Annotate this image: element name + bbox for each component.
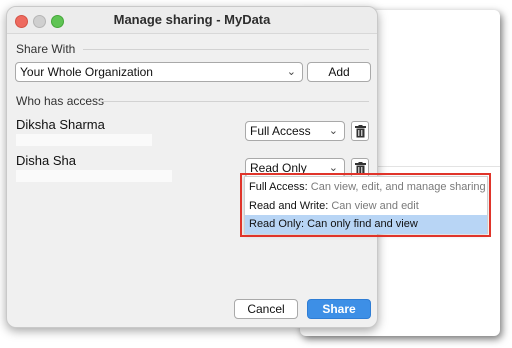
person-name: Disha Sha xyxy=(16,153,76,168)
menu-item-read-and-write[interactable]: Read and Write: Can view and edit xyxy=(245,197,487,216)
trash-icon xyxy=(355,125,366,138)
permission-select-disha[interactable]: Read Only ⌄ xyxy=(245,158,345,178)
remove-person-button[interactable] xyxy=(351,158,369,178)
menu-item-read-only[interactable]: Read Only: Can only find and view xyxy=(245,215,487,234)
title-bar: Manage sharing - MyData xyxy=(7,7,377,34)
remove-person-button[interactable] xyxy=(351,121,369,141)
share-button[interactable]: Share xyxy=(307,299,371,319)
trash-icon xyxy=(355,162,366,175)
add-button[interactable]: Add xyxy=(307,62,371,82)
menu-item-name: Read Only xyxy=(249,218,301,230)
permission-value: Read Only xyxy=(250,161,307,175)
menu-item-full-access[interactable]: Full Access: Can view, edit, and manage … xyxy=(245,178,487,197)
share-with-divider xyxy=(83,49,369,50)
chevron-down-icon: ⌄ xyxy=(328,162,338,174)
menu-item-description: Can view and edit xyxy=(331,200,419,212)
cancel-button[interactable]: Cancel xyxy=(234,299,298,319)
permission-value: Full Access xyxy=(250,124,311,138)
manage-sharing-dialog: Manage sharing - MyData Share With Your … xyxy=(6,6,378,328)
share-with-label: Share With xyxy=(16,42,76,56)
menu-item-description: Can only find and view xyxy=(307,218,418,230)
chevron-down-icon: ⌄ xyxy=(328,125,338,137)
share-with-select[interactable]: Your Whole Organization ⌄ xyxy=(15,62,303,82)
who-has-access-label: Who has access xyxy=(16,94,105,108)
person-email-redacted xyxy=(16,170,172,182)
menu-item-description: Can view, edit, and manage sharing xyxy=(310,181,486,193)
share-with-value: Your Whole Organization xyxy=(20,65,153,79)
person-name: Diksha Sharma xyxy=(16,117,105,132)
dialog-title: Manage sharing - MyData xyxy=(113,12,271,27)
permission-select-diksha[interactable]: Full Access ⌄ xyxy=(245,121,345,141)
person-email-redacted xyxy=(16,134,152,146)
menu-item-name: Read and Write xyxy=(249,200,326,212)
menu-item-name: Full Access xyxy=(249,181,305,193)
chevron-down-icon: ⌄ xyxy=(286,66,296,78)
permission-dropdown-menu: Full Access: Can view, edit, and manage … xyxy=(244,176,488,234)
who-has-access-divider xyxy=(99,101,369,102)
